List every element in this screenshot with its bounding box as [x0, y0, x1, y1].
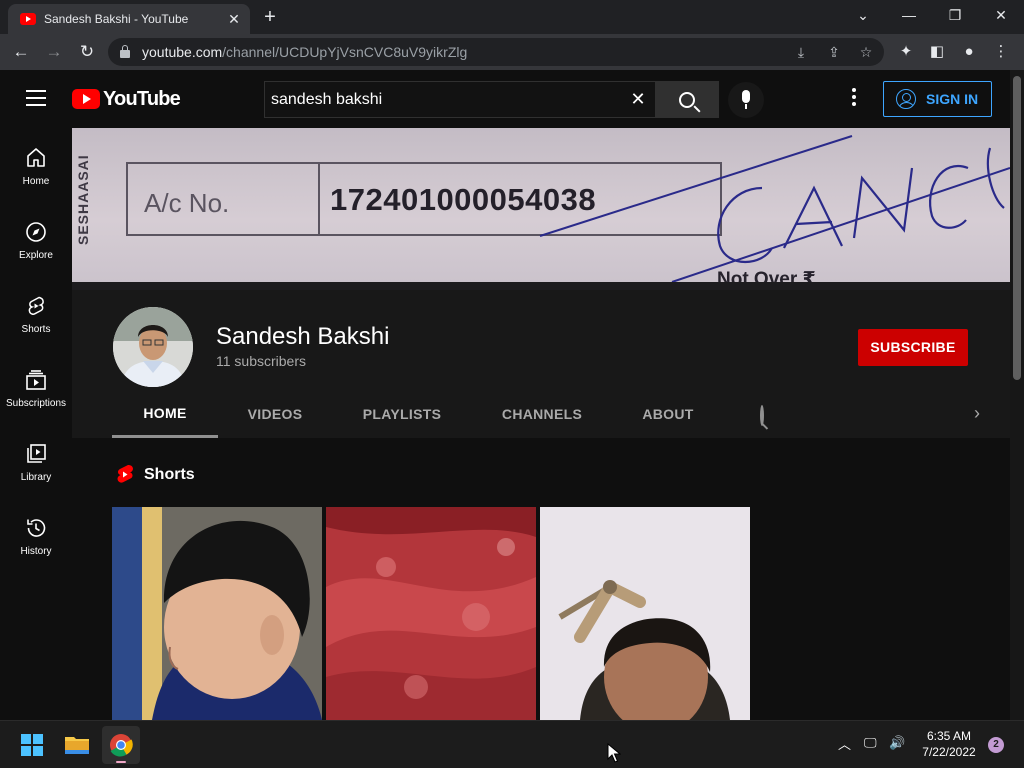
youtube-play-icon [72, 89, 100, 109]
lock-icon[interactable] [120, 45, 130, 58]
clock-time: 6:35 AM [926, 729, 972, 743]
address-bar[interactable]: youtube.com/channel/UCDUpYjVsnCVC8uV9yik… [108, 38, 884, 66]
settings-more-icon[interactable] [846, 88, 862, 108]
sign-in-button[interactable]: SIGN IN [883, 81, 992, 117]
clear-search-icon[interactable]: ✕ [620, 89, 656, 110]
show-hidden-icons-chevron-icon[interactable]: ︿ [838, 734, 851, 753]
back-icon[interactable]: ← [8, 39, 34, 65]
clock-date: 7/22/2022 [922, 745, 976, 759]
tab-about[interactable]: ABOUT [612, 390, 724, 438]
subscriber-count: 11 subscribers [216, 353, 307, 369]
tab-close-icon[interactable]: ✕ [226, 11, 242, 27]
browser-toolbar: ← → ↻ youtube.com/channel/UCDUpYjVsnCVC8… [0, 34, 1024, 70]
guide-menu-icon[interactable] [26, 90, 46, 106]
guide-item-history[interactable]: History [0, 498, 72, 572]
scrollbar-thumb[interactable] [1013, 76, 1021, 380]
tab-playlists[interactable]: PLAYLISTS [332, 390, 472, 438]
guide-item-library[interactable]: Library [0, 424, 72, 498]
bookmark-star-icon[interactable]: ☆ [857, 43, 875, 61]
channel-avatar[interactable] [113, 307, 193, 387]
subscribe-button[interactable]: SUBSCRIBE [858, 329, 968, 366]
account-icon [896, 89, 916, 109]
tab-search-icon[interactable]: ⌄ [840, 0, 886, 30]
banner-bottom-text: Not Over ₹ [717, 269, 816, 282]
install-app-icon[interactable]: ⤓ [792, 43, 810, 61]
short-thumbnail[interactable] [112, 507, 322, 720]
channel-banner: SESHAASAI A/c No. 172401000054038 Not Ov… [72, 128, 1010, 282]
restore-button[interactable]: ❐ [932, 0, 978, 30]
volume-icon[interactable]: 🔊 [889, 735, 905, 751]
guide-label: Explore [19, 250, 53, 261]
tab-channels[interactable]: CHANNELS [472, 390, 612, 438]
profile-icon[interactable]: ● [958, 41, 980, 63]
cancelled-scrawl-drawing [539, 135, 1010, 282]
mini-guide: Home Explore Shorts Subscriptions Librar… [0, 128, 72, 720]
channel-search-icon [760, 405, 764, 426]
browser-tab-strip: Sandesh Bakshi - YouTube ✕ + ⌄ — ❐ ✕ [0, 0, 1024, 34]
sign-in-label: SIGN IN [926, 91, 979, 107]
voice-search-mic-icon[interactable] [728, 82, 764, 118]
search-input[interactable]: sandesh bakshi ✕ [264, 81, 656, 118]
subscriptions-icon [24, 368, 48, 392]
youtube-favicon-icon [20, 13, 36, 25]
browser-menu-icon[interactable]: ⋮ [990, 41, 1012, 63]
url-path: /channel/UCDUpYjVsnCVC8uV9yikrZlg [222, 44, 468, 60]
reload-icon[interactable]: ↻ [74, 39, 100, 65]
notification-badge[interactable]: 2 [988, 737, 1004, 753]
guide-item-explore[interactable]: Explore [0, 202, 72, 276]
share-icon[interactable]: ⇪ [825, 43, 843, 61]
browser-tab[interactable]: Sandesh Bakshi - YouTube ✕ [8, 4, 250, 34]
youtube-wordmark: YouTube [103, 87, 181, 110]
channel-search-button[interactable] [760, 405, 764, 426]
compass-icon [24, 220, 48, 244]
shorts-icon [24, 294, 48, 318]
search-button[interactable] [655, 81, 719, 118]
banner-bottom-strip [72, 282, 1010, 290]
history-icon [24, 516, 48, 540]
channel-header: Sandesh Bakshi 11 subscribers SUBSCRIBE … [72, 290, 1010, 438]
guide-item-subscriptions[interactable]: Subscriptions [0, 350, 72, 424]
channel-content: Shorts [72, 438, 1010, 720]
shorts-logo-icon [116, 464, 134, 486]
short-thumbnail[interactable] [540, 507, 750, 720]
side-panel-icon[interactable]: ◧ [926, 41, 948, 63]
chrome-taskbar-icon[interactable] [102, 726, 140, 764]
tab-home[interactable]: HOME [112, 390, 218, 438]
guide-label: Shorts [21, 324, 51, 335]
windows-taskbar: ︿ 🖵 🔊 6:35 AM 7/22/2022 2 [0, 720, 1024, 768]
guide-label: Subscriptions [5, 398, 67, 409]
forward-icon[interactable]: → [41, 39, 67, 65]
guide-item-home[interactable]: Home [0, 128, 72, 202]
youtube-logo[interactable]: YouTube [72, 87, 181, 110]
close-window-button[interactable]: ✕ [978, 0, 1024, 30]
search-query: sandesh bakshi [271, 90, 383, 108]
guide-label: History [20, 546, 52, 557]
new-tab-button[interactable]: + [258, 6, 282, 30]
page-scrollbar[interactable] [1010, 70, 1024, 720]
minimize-button[interactable]: — [886, 0, 932, 30]
channel-name: Sandesh Bakshi [216, 323, 390, 350]
home-icon [24, 146, 48, 170]
url-text: youtube.com/channel/UCDUpYjVsnCVC8uV9yik… [142, 44, 467, 60]
network-icon[interactable]: 🖵 [864, 735, 877, 751]
system-clock[interactable]: 6:35 AM 7/22/2022 [918, 728, 980, 760]
guide-label: Library [20, 472, 52, 483]
shorts-section-header: Shorts [116, 464, 195, 486]
shorts-section-title: Shorts [144, 466, 195, 483]
guide-item-shorts[interactable]: Shorts [0, 276, 72, 350]
library-icon [24, 442, 48, 466]
search-icon [679, 91, 695, 108]
guide-label: Home [22, 176, 50, 187]
start-windows-icon[interactable] [13, 726, 51, 764]
file-explorer-icon[interactable] [58, 726, 96, 764]
youtube-masthead: YouTube sandesh bakshi ✕ SIGN IN [0, 70, 1010, 128]
short-thumbnail[interactable] [326, 507, 536, 720]
extensions-puzzle-icon[interactable]: ✦ [895, 41, 917, 63]
url-host: youtube.com [142, 44, 223, 60]
tabs-next-chevron-icon[interactable]: › [974, 403, 980, 424]
mouse-pointer-icon [607, 742, 622, 768]
tab-videos[interactable]: VIDEOS [218, 390, 332, 438]
tab-title: Sandesh Bakshi - YouTube [44, 12, 189, 26]
